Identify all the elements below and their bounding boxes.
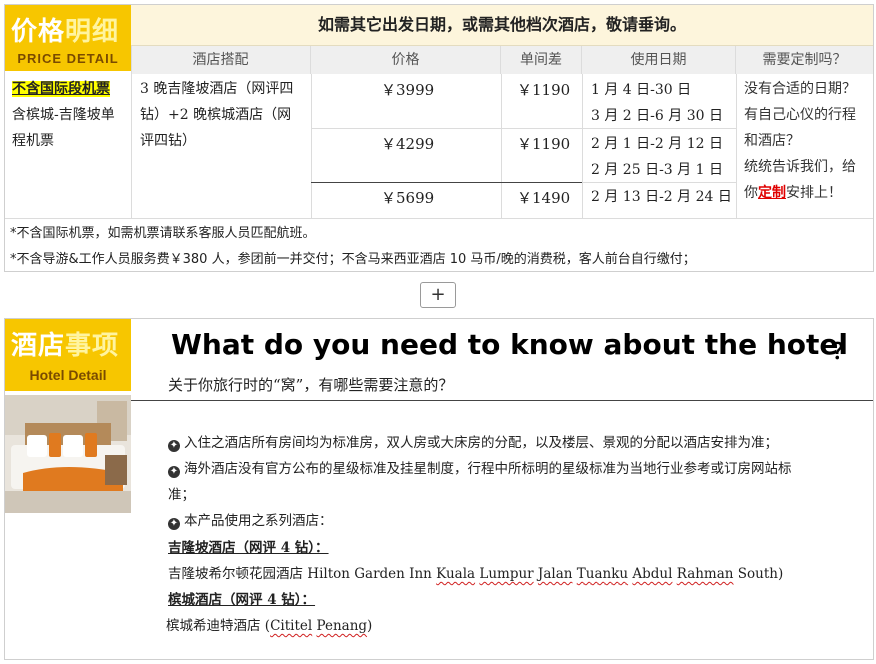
penang-hotel-name: 槟城希迪特酒店 (Cititel Penang)	[166, 618, 373, 634]
kl-hotel-heading: 吉隆坡酒店（网评 4 钻）：	[168, 540, 329, 556]
plus-icon: +	[430, 284, 446, 305]
badge-subtitle: Hotel Detail	[29, 367, 107, 383]
price-note: *不含国际机票，如需机票请联系客服人员匹配航班。	[10, 226, 316, 241]
badge-title-yellow: 明细	[65, 17, 120, 47]
hotel-title: What do you need to know about the hotel	[171, 328, 848, 361]
date-range: 2 月 25 日-3 月 1 日	[591, 162, 723, 178]
hotel-detail-badge: 酒店事项 Hotel Detail	[5, 319, 131, 391]
single-supplement-value: ￥1190	[517, 81, 571, 99]
date-range: 3 月 2 日-6 月 30 日	[591, 108, 723, 124]
hotel-detail-card	[4, 318, 874, 660]
single-supplement-value: ￥1490	[517, 189, 571, 207]
badge-title-white: 价格	[11, 17, 66, 47]
hotel-bullet: ✦ 本产品使用之系列酒店：	[168, 513, 333, 530]
hotel-bullet: ✦ 海外酒店没有官方公布的星级标准及挂星制度，行程中所标明的星级标准为当地行业参考…	[168, 461, 792, 478]
date-range: 2 月 13 日-2 月 24 日	[591, 189, 732, 205]
hotel-subtitle: 关于你旅行时的“窝”，有哪些需要注意的？	[168, 376, 454, 394]
grid-line	[582, 74, 583, 218]
grid-line	[131, 46, 132, 218]
date-range: 1 月 4 日-30 日	[591, 82, 692, 98]
date-range: 2 月 1 日-2 月 12 日	[591, 136, 723, 152]
ticket-highlight: 不含国际段机票	[12, 81, 110, 97]
circled-star-icon: ✦	[168, 440, 180, 452]
price-note: *不含导游&工作人员服务费￥380 人，参团前一并交付；不含马来西亚酒店 10 …	[10, 252, 696, 267]
header-dates: 使用日期	[582, 46, 736, 74]
grid-line	[5, 218, 873, 219]
badge-title-yellow: 事项	[65, 331, 120, 361]
expand-button[interactable]: +	[420, 282, 456, 308]
badge-title-white: 酒店	[11, 331, 66, 361]
kl-hotel-name: 吉隆坡希尔顿花园酒店 Hilton Garden Inn Kuala Lumpu…	[168, 566, 784, 582]
circled-star-icon: ✦	[168, 466, 180, 478]
single-supplement-value: ￥1190	[517, 135, 571, 153]
hotel-combo: 3 晚吉隆坡酒店（网评四 钻）+2 晚槟城酒店（网 评四钻）	[140, 81, 294, 149]
customize-note: 没有合适的日期？ 有自己心仪的行程 和酒店？ 统统告诉我们，给 你定制安排上！	[744, 81, 856, 201]
hotel-title-mark: ？	[832, 339, 855, 365]
divider	[131, 400, 873, 401]
grid-line	[311, 74, 312, 218]
price-headline: 如需其它出发日期，或需其他档次酒店，敬请垂询。	[131, 5, 873, 46]
badge-subtitle: PRICE DETAIL	[17, 51, 119, 66]
customize-link[interactable]: 定制	[758, 185, 786, 201]
header-price: 价格	[311, 46, 501, 74]
price-value: ￥5699	[381, 189, 435, 207]
grid-line	[311, 182, 582, 183]
ticket-note: 不含国际段机票 含槟城-吉隆坡单 程机票	[12, 81, 115, 149]
header-hotel-combo: 酒店搭配	[131, 46, 311, 74]
price-value: ￥3999	[381, 81, 435, 99]
price-value: ￥4299	[381, 135, 435, 153]
price-detail-badge: 价格明细 PRICE DETAIL	[5, 5, 131, 71]
grid-line	[736, 74, 737, 218]
hotel-bullet: ✦ 入住之酒店所有房间均为标准房，双人房或大床房的分配，以及楼层、景观的分配以酒店…	[168, 435, 778, 452]
header-customize: 需要定制吗？	[736, 46, 873, 74]
grid-line	[501, 74, 502, 218]
hotel-room-photo	[5, 395, 131, 513]
penang-hotel-heading: 槟城酒店（网评 4 钻）：	[168, 592, 316, 608]
header-single-supplement: 单间差	[501, 46, 582, 74]
circled-star-icon: ✦	[168, 518, 180, 530]
hotel-bullet-continued: 准；	[168, 487, 195, 503]
